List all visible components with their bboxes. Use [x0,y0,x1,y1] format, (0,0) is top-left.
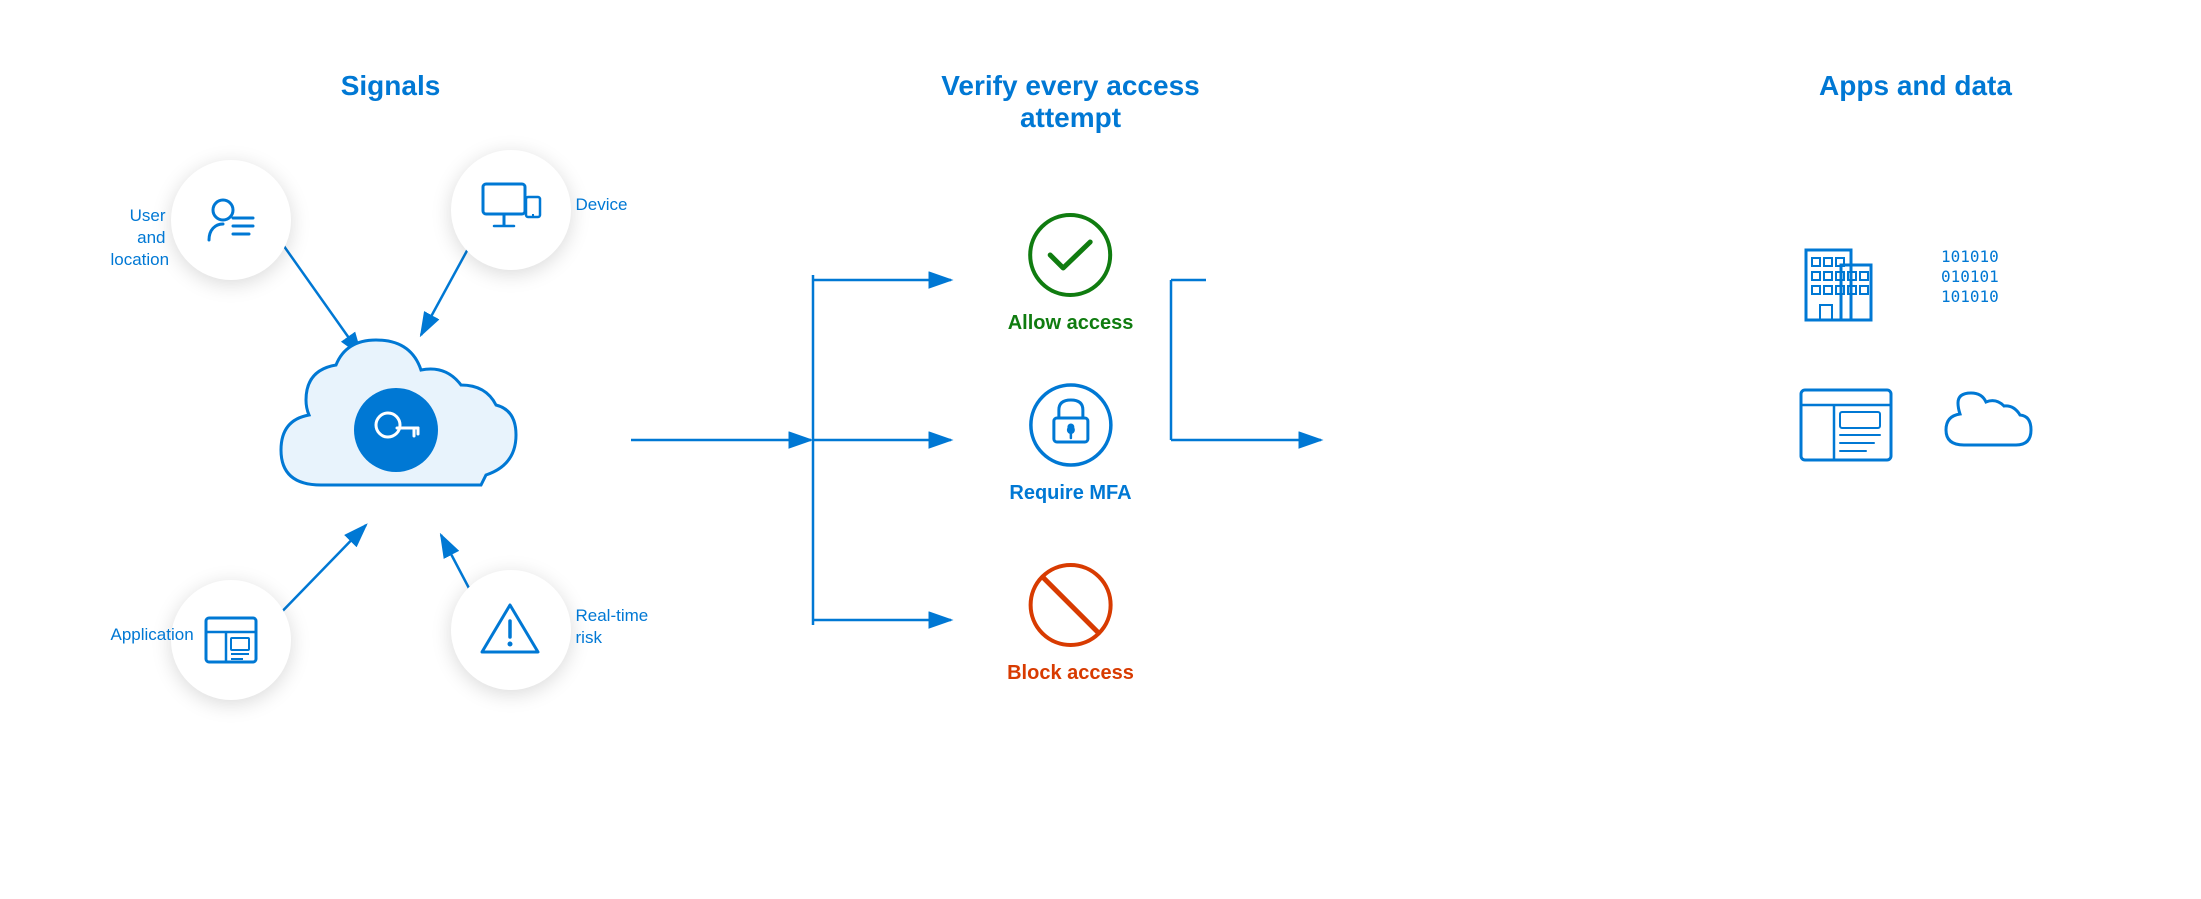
mfa-icon [1026,380,1116,470]
verify-title: Verify every accessattempt [871,70,1271,134]
allow-access-label: Allow access [1008,312,1134,335]
realtime-risk-label: Real-timerisk [576,605,649,649]
realtime-risk-circle [451,570,571,690]
apps-title: Apps and data [1819,70,2012,102]
cloud-container [241,330,541,530]
device-icon [478,182,543,237]
block-access-item: Block access [1007,560,1134,685]
apps-section: Apps and data [1741,50,2091,850]
diagram: Signals User andlocation [51,25,2151,875]
apps-grid: 101010 010101 101010 [1796,230,2036,470]
svg-text:101010: 101010 [1941,287,1999,306]
user-location-circle [171,160,291,280]
allow-icon [1026,210,1116,300]
block-icon [1025,560,1115,650]
signals-section: Signals User andlocation [111,50,671,850]
warning-icon [478,597,543,662]
allow-access-item: Allow access [1008,210,1134,335]
cloud-icon [241,330,541,530]
app-window-icon [1796,385,1896,470]
block-access-label: Block access [1007,662,1134,685]
user-list-icon [201,190,261,250]
building-icon [1796,230,1896,335]
verify-section: Verify every accessattempt Allow access … [861,50,1281,850]
device-label: Device [576,195,628,215]
svg-text:101010: 101010 [1941,247,1999,266]
application-label: Application [111,625,194,645]
device-circle [451,150,571,270]
binary-data-icon: 101010 010101 101010 [1936,240,2036,325]
user-location-label: User andlocation [111,205,166,271]
svg-text:010101: 010101 [1941,267,1999,286]
signals-title: Signals [341,70,441,102]
cloud-apps-icon [1936,390,2036,465]
application-icon [201,610,261,670]
require-mfa-label: Require MFA [1009,482,1131,505]
require-mfa-item: Require MFA [1009,380,1131,505]
